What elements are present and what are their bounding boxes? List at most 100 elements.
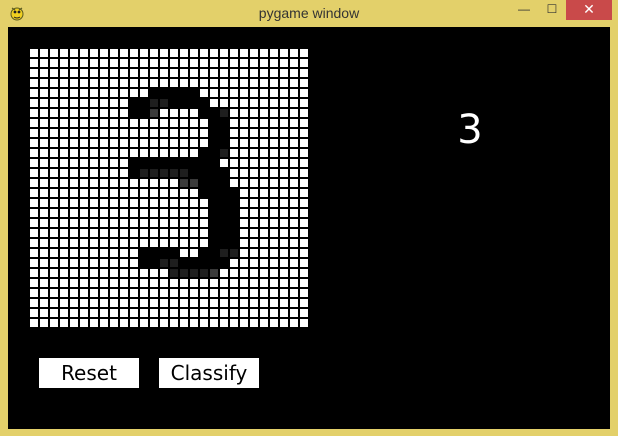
grid-cell[interactable] [40,209,48,217]
grid-cell-filled[interactable] [160,249,168,257]
grid-cell[interactable] [40,129,48,137]
grid-cell-filled[interactable] [190,89,198,97]
grid-cell[interactable] [220,309,228,317]
minimize-button[interactable]: — [510,0,538,20]
grid-cell[interactable] [250,99,258,107]
grid-cell[interactable] [40,109,48,117]
grid-cell[interactable] [70,219,78,227]
grid-cell[interactable] [290,239,298,247]
grid-cell[interactable] [250,309,258,317]
grid-cell[interactable] [60,89,68,97]
grid-cell[interactable] [270,199,278,207]
grid-cell[interactable] [170,229,178,237]
grid-cell[interactable] [130,249,138,257]
grid-cell[interactable] [200,199,208,207]
grid-cell[interactable] [110,179,118,187]
grid-cell[interactable] [240,249,248,257]
grid-cell[interactable] [260,269,268,277]
grid-cell[interactable] [140,219,148,227]
grid-cell[interactable] [30,99,38,107]
grid-cell[interactable] [240,309,248,317]
grid-cell[interactable] [160,189,168,197]
grid-cell-filled[interactable] [220,199,228,207]
grid-cell[interactable] [80,279,88,287]
grid-cell[interactable] [260,79,268,87]
grid-cell-filled[interactable] [190,259,198,267]
grid-cell[interactable] [200,219,208,227]
grid-cell[interactable] [280,259,288,267]
grid-cell[interactable] [120,89,128,97]
grid-cell-filled[interactable] [130,159,138,167]
grid-cell[interactable] [30,259,38,267]
grid-cell[interactable] [240,209,248,217]
grid-cell[interactable] [200,289,208,297]
grid-cell[interactable] [50,309,58,317]
grid-cell[interactable] [90,219,98,227]
grid-cell[interactable] [220,69,228,77]
grid-cell[interactable] [280,309,288,317]
grid-cell[interactable] [100,289,108,297]
grid-cell[interactable] [200,279,208,287]
grid-cell[interactable] [150,179,158,187]
grid-cell[interactable] [190,229,198,237]
grid-cell[interactable] [120,249,128,257]
grid-cell[interactable] [180,129,188,137]
grid-cell[interactable] [200,229,208,237]
grid-cell[interactable] [50,139,58,147]
grid-cell[interactable] [130,59,138,67]
grid-cell[interactable] [70,319,78,327]
grid-cell[interactable] [60,99,68,107]
grid-cell[interactable] [90,59,98,67]
grid-cell[interactable] [300,79,308,87]
grid-cell[interactable] [300,279,308,287]
grid-cell-filled[interactable] [180,169,188,177]
grid-cell[interactable] [140,59,148,67]
grid-cell[interactable] [240,139,248,147]
grid-cell[interactable] [180,289,188,297]
grid-cell[interactable] [190,79,198,87]
grid-cell[interactable] [280,299,288,307]
grid-cell[interactable] [160,279,168,287]
grid-cell[interactable] [30,309,38,317]
grid-cell[interactable] [120,49,128,57]
grid-cell[interactable] [80,109,88,117]
grid-cell[interactable] [270,79,278,87]
grid-cell[interactable] [240,99,248,107]
grid-cell[interactable] [280,99,288,107]
grid-cell[interactable] [220,279,228,287]
grid-cell[interactable] [60,69,68,77]
grid-cell[interactable] [40,229,48,237]
grid-cell[interactable] [180,319,188,327]
grid-cell[interactable] [280,319,288,327]
grid-cell[interactable] [250,49,258,57]
grid-cell[interactable] [280,209,288,217]
grid-cell[interactable] [140,79,148,87]
grid-cell[interactable] [110,139,118,147]
grid-cell-filled[interactable] [180,269,188,277]
grid-cell[interactable] [220,299,228,307]
grid-cell[interactable] [110,249,118,257]
grid-cell[interactable] [300,199,308,207]
grid-cell[interactable] [140,69,148,77]
grid-cell[interactable] [150,119,158,127]
grid-cell[interactable] [30,209,38,217]
grid-cell[interactable] [110,309,118,317]
grid-cell[interactable] [220,79,228,87]
grid-cell-filled[interactable] [140,159,148,167]
grid-cell-filled[interactable] [210,159,218,167]
grid-cell[interactable] [30,59,38,67]
grid-cell[interactable] [60,129,68,137]
grid-cell[interactable] [280,149,288,157]
grid-cell[interactable] [300,269,308,277]
grid-cell[interactable] [190,299,198,307]
grid-cell[interactable] [260,49,268,57]
grid-cell[interactable] [50,179,58,187]
grid-cell-filled[interactable] [210,179,218,187]
grid-cell[interactable] [220,159,228,167]
grid-cell[interactable] [80,89,88,97]
grid-cell[interactable] [30,69,38,77]
grid-cell-filled[interactable] [200,109,208,117]
grid-cell[interactable] [130,69,138,77]
grid-cell[interactable] [100,59,108,67]
grid-cell[interactable] [210,279,218,287]
